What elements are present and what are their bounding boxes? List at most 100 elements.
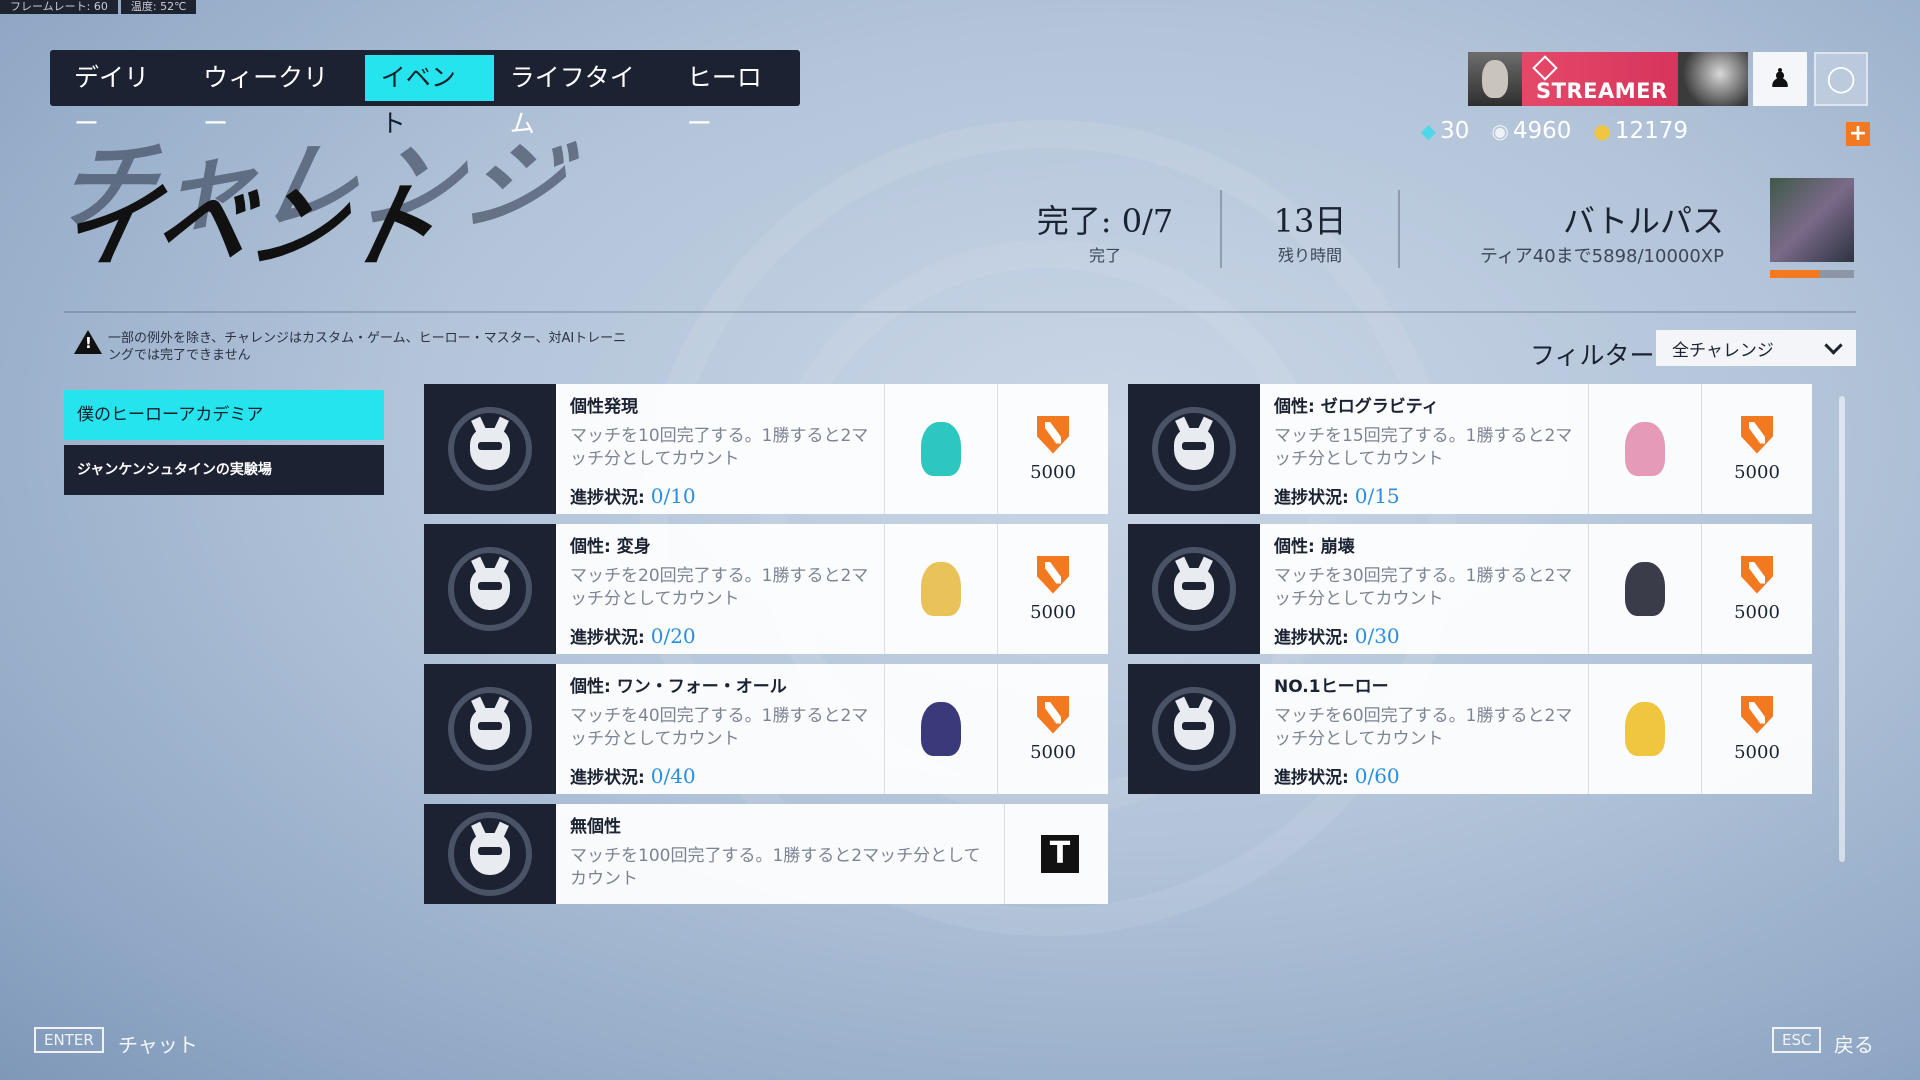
gold-amount: 12179 [1614,118,1688,144]
streamer-badge: STREAMER [1522,55,1678,103]
hero-portrait [884,524,997,654]
challenge-card[interactable]: 個性: 崩壊 マッチを30回完了する。1勝すると2マッチ分としてカウント 進捗状況:… [1128,524,1812,654]
challenge-progress: 進捗状況: 0/10 [570,483,696,508]
challenge-name: 個性: ゼログラビティ [1274,397,1439,417]
silver-coin-icon: ◉ [1491,119,1509,143]
challenge-description: マッチを15回完了する。1勝すると2マッチ分としてカウント [1274,426,1573,469]
challenge-icon [1128,664,1260,794]
add-currency-button[interactable]: + [1846,122,1870,146]
reward-amount: 5000 [1030,741,1076,763]
temperature-readout: 温度: 52℃ [120,0,197,14]
hero-figure [921,702,961,756]
mha-emblem-icon [448,547,532,631]
tab-event[interactable]: イベント [364,55,494,138]
warning-icon [74,330,102,354]
progress-label: 進捗状況: [1274,628,1349,648]
progress-label: 進捗状況: [1274,768,1349,788]
chevron-down-icon [1824,336,1843,355]
streamer-icon [1532,55,1558,81]
challenge-card[interactable]: 個性: ワン・フォー・オール マッチを40回完了する。1勝すると2マッチ分としてカ… [424,664,1108,794]
mha-emblem-icon [448,687,532,771]
challenge-progress: 進捗状況: 0/15 [1274,483,1400,508]
challenge-card[interactable]: NO.1ヒーロー マッチを60回完了する。1勝すると2マッチ分としてカウント 進捗状… [1128,664,1812,794]
challenge-body: 個性: 変身 マッチを20回完了する。1勝すると2マッチ分としてカウント 進捗状況:… [556,524,884,654]
hero-figure [1625,562,1665,616]
reward-amount: 5000 [1734,461,1780,483]
tab-daily[interactable]: デイリー [58,55,187,138]
filter-dropdown[interactable]: 全チャレンジ [1656,330,1856,366]
challenge-card[interactable]: 個性: ゼログラビティマッチを15回完了する。1勝すると2マッチ分としてカウント… [1128,384,1812,514]
challenge-icon [424,664,556,794]
challenge-name: 無個性 [570,817,621,837]
challenge-reward: 5000 [1701,384,1812,514]
mha-emblem-icon [1152,407,1236,491]
page-title: イベント [50,173,450,280]
back-label[interactable]: 戻る [1834,1029,1874,1058]
sidebar-item-junkenstein[interactable]: ジャンケンシュタインの実験場 [64,445,384,495]
progress-value: 0/10 [650,484,696,508]
divider [1398,190,1400,268]
gem-amount: 30 [1440,118,1470,144]
battlepass-progress-fill [1770,270,1820,278]
sidebar-item-my-hero-academia[interactable]: 僕のヒーローアカデミア [64,390,384,440]
tab-hero[interactable]: ヒーロー [671,55,800,138]
hero-portrait [1588,384,1701,514]
challenge-body: 個性: ワン・フォー・オール マッチを40回完了する。1勝すると2マッチ分としてカ… [556,664,884,794]
tab-weekly[interactable]: ウィークリー [187,55,365,138]
battlepass-thumbnail[interactable] [1770,178,1854,262]
challenge-tabs: デイリー ウィークリー イベント ライフタイム ヒーロー [50,50,800,138]
progress-value: 0/20 [650,624,696,648]
hero-figure [921,422,961,476]
mha-emblem-icon [1152,547,1236,631]
progress-label: 進捗状況: [1274,488,1349,508]
profile-banner-art [1678,52,1748,106]
challenge-reward: 5000 [1701,524,1812,654]
gem-currency: ◆ 30 [1421,118,1470,144]
social-button[interactable]: ♟ [1753,52,1807,106]
avatar [1468,52,1522,106]
progress-value: 0/60 [1354,764,1400,788]
player-profile[interactable]: STREAMER [1468,52,1748,106]
silver-amount: 4960 [1512,118,1572,144]
progress-label: 進捗状況: [570,628,645,648]
challenge-body: 個性発現 マッチを10回完了する。1勝すると2マッチ分としてカウント 進捗状況: 0… [556,384,884,514]
performance-overlay: フレームレート: 60 温度: 52℃ [0,0,199,14]
tab-lifetime[interactable]: ライフタイム [494,55,671,138]
challenge-name: 個性: 崩壊 [1274,537,1355,557]
hero-figure [1625,422,1665,476]
progress-label: 進捗状況: [570,488,645,508]
challenge-description: マッチを100回完了する。1勝すると2マッチ分としてカウント [570,846,981,889]
restriction-notice: 一部の例外を除き、チャレンジはカスタム・ゲーム、ヒーロー・マスター、対AIトレー… [74,330,634,364]
mha-emblem-icon [448,407,532,491]
completion-value: 完了: 0/7 [1036,202,1174,240]
challenge-icon [1128,524,1260,654]
reward-amount: 5000 [1734,741,1780,763]
enter-key-hint: ENTER [34,1027,104,1053]
scrollbar[interactable] [1839,396,1845,862]
title-reward-icon: T [1041,835,1079,873]
challenge-card[interactable]: 個性: 変身 マッチを20回完了する。1勝すると2マッチ分としてカウント 進捗状況:… [424,524,1108,654]
challenge-card[interactable]: 個性発現 マッチを10回完了する。1勝すると2マッチ分としてカウント 進捗状況: 0… [424,384,1108,514]
challenge-body: 個性: ゼログラビティマッチを15回完了する。1勝すると2マッチ分としてカウント… [1260,384,1588,514]
chat-label[interactable]: チャット [118,1029,198,1058]
battlepass-info[interactable]: バトルパス ティア40まで5898/10000XP [1480,196,1724,268]
gold-coin-icon: ● [1593,119,1611,143]
completion-stat: 完了: 0/7 完了 [1020,196,1190,266]
challenge-progress: 進捗状況: 0/40 [570,763,696,788]
challenge-progress: 進捗状況: 0/30 [1274,623,1400,648]
social-icon: ♟ [1768,64,1792,94]
battlepass-xp-icon [1037,695,1069,734]
challenge-body: 無個性マッチを100回完了する。1勝すると2マッチ分としてカウント [556,804,1004,904]
challenge-name: 個性: 変身 [570,537,651,557]
time-remaining-value: 13日 [1273,202,1347,240]
hero-portrait [884,664,997,794]
streamer-label: STREAMER [1536,79,1668,103]
rank-button[interactable]: ◯ [1814,52,1868,106]
challenge-name: NO.1ヒーロー [1274,677,1389,697]
challenge-name: 個性: ワン・フォー・オール [570,677,787,697]
challenge-icon [424,524,556,654]
time-remaining-label: 残り時間 [1277,246,1342,265]
challenge-card[interactable]: 無個性マッチを100回完了する。1勝すると2マッチ分としてカウント T [424,804,1108,904]
battlepass-xp-icon [1037,415,1069,454]
hero-figure [1625,702,1665,756]
